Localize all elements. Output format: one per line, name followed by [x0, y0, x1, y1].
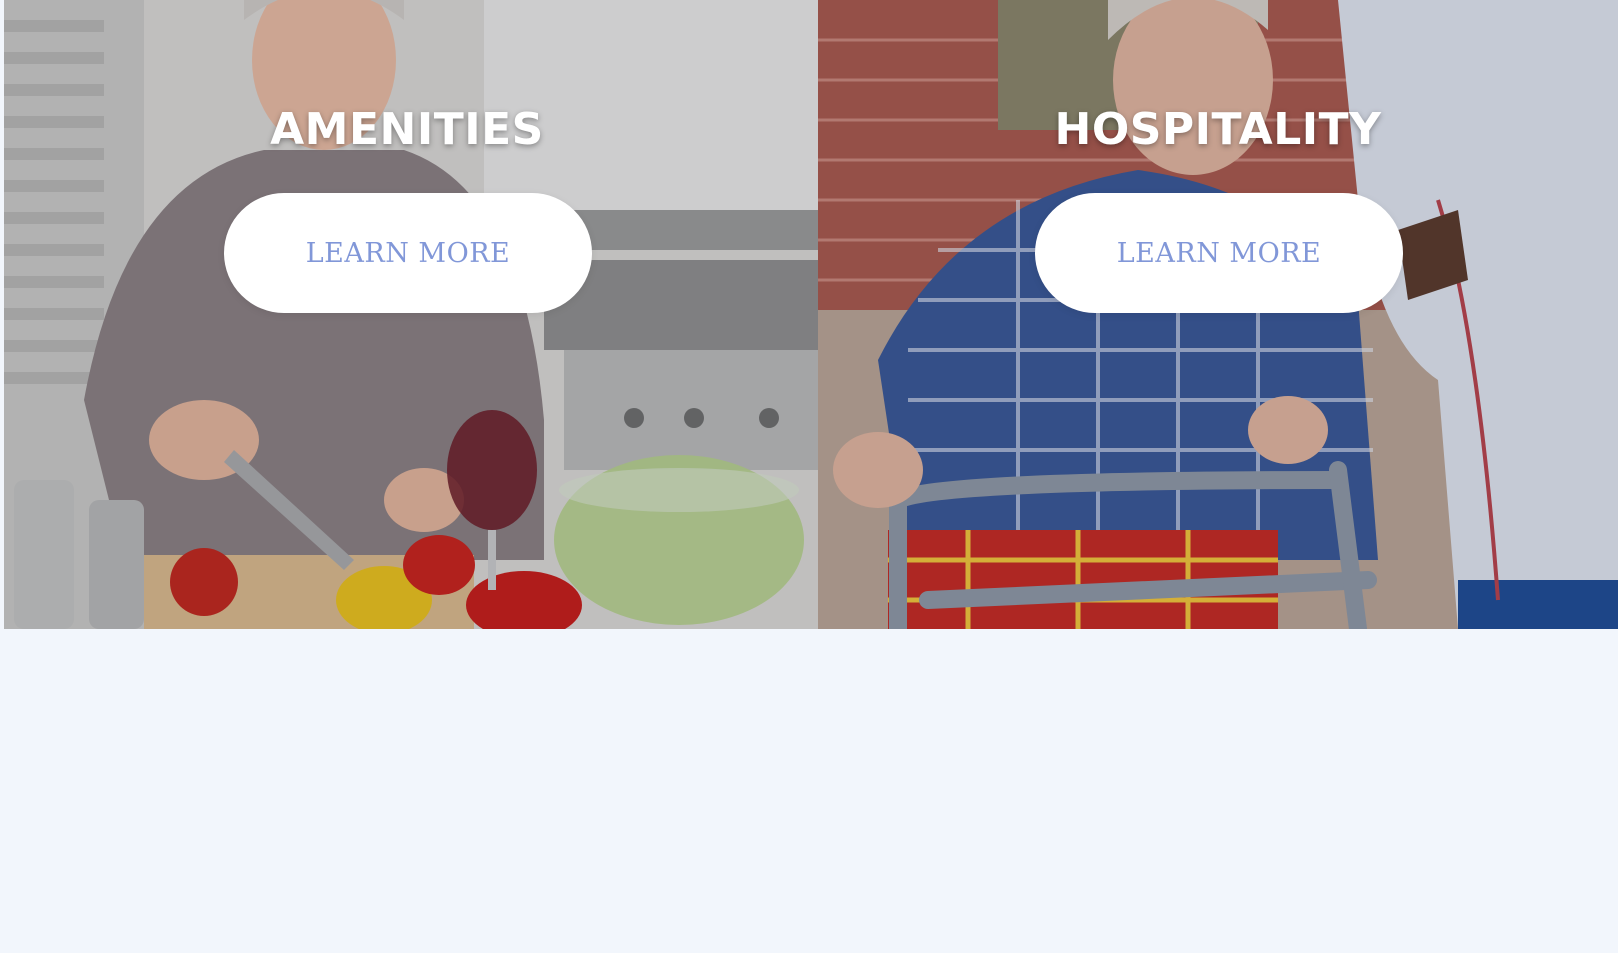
hospitality-panel[interactable]: HOSPITALITY LEARN MORE — [818, 0, 1618, 629]
amenities-panel[interactable]: AMENITIES LEARN MORE — [4, 0, 818, 629]
hospitality-title: HOSPITALITY — [1054, 104, 1382, 155]
empty-content-area — [0, 629, 1618, 953]
amenities-learn-more-button[interactable]: LEARN MORE — [224, 193, 592, 313]
page: AMENITIES LEARN MORE HOSPITALITY LEARN M… — [0, 0, 1618, 953]
hospitality-learn-more-button[interactable]: LEARN MORE — [1035, 193, 1403, 313]
amenities-overlay — [4, 0, 818, 629]
feature-panels: AMENITIES LEARN MORE HOSPITALITY LEARN M… — [0, 0, 1618, 629]
amenities-title: AMENITIES — [270, 104, 544, 155]
hospitality-overlay — [818, 0, 1618, 629]
